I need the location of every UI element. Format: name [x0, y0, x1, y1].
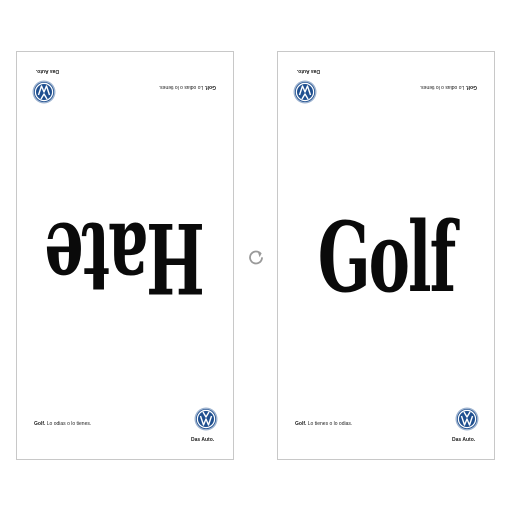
das-auto-signoff: Das Auto.	[452, 437, 476, 443]
tagline-text: Lo odias o lo tienes.	[158, 84, 205, 90]
das-auto-signoff: Das Auto.	[191, 437, 215, 443]
vw-logo-icon	[32, 80, 56, 104]
das-auto-signoff: Das Auto.	[296, 68, 320, 74]
ambigram-text: Hate	[45, 200, 205, 314]
bottom-band: Golf. Lo tienes o lo odias. Das Auto.	[278, 399, 494, 459]
tagline-brand: Golf.	[34, 421, 46, 427]
ambigram-word: Hate	[17, 182, 233, 332]
tagline-brand: Golf.	[204, 84, 216, 90]
tagline-text: Lo odias o lo tienes.	[45, 421, 92, 427]
tagline: Golf. Lo tienes o lo odias.	[295, 421, 352, 427]
top-band-upside-down: Golf. Lo odias o lo tienes. Das Auto.	[278, 52, 494, 112]
tagline-brand: Golf.	[465, 84, 477, 90]
vw-logo-icon	[293, 80, 317, 104]
tagline-text: Lo tienes o lo odias.	[306, 421, 353, 427]
ad-panel-right: Golf. Lo odias o lo tienes. Das Auto. Go…	[277, 51, 495, 460]
tagline-brand: Golf.	[295, 421, 307, 427]
tagline-text: Lo odias o lo tienes.	[419, 84, 466, 90]
vw-logo-icon	[194, 407, 218, 431]
tagline: Golf. Lo odias o lo tienes.	[34, 421, 91, 427]
ad-panel-left: Golf. Lo odias o lo tienes. Das Auto. Ha…	[16, 51, 234, 460]
tagline: Golf. Lo odias o lo tienes.	[420, 84, 477, 90]
das-auto-signoff: Das Auto.	[35, 68, 59, 74]
top-band-upside-down: Golf. Lo odias o lo tienes. Das Auto.	[17, 52, 233, 112]
bottom-band: Golf. Lo odias o lo tienes. Das Auto.	[17, 399, 233, 459]
rotate-icon[interactable]	[247, 248, 265, 266]
ambigram-word: Golf	[278, 182, 494, 332]
tagline: Golf. Lo odias o lo tienes.	[159, 84, 216, 90]
vw-logo-icon	[455, 407, 479, 431]
ambigram-text: Golf	[317, 200, 457, 314]
